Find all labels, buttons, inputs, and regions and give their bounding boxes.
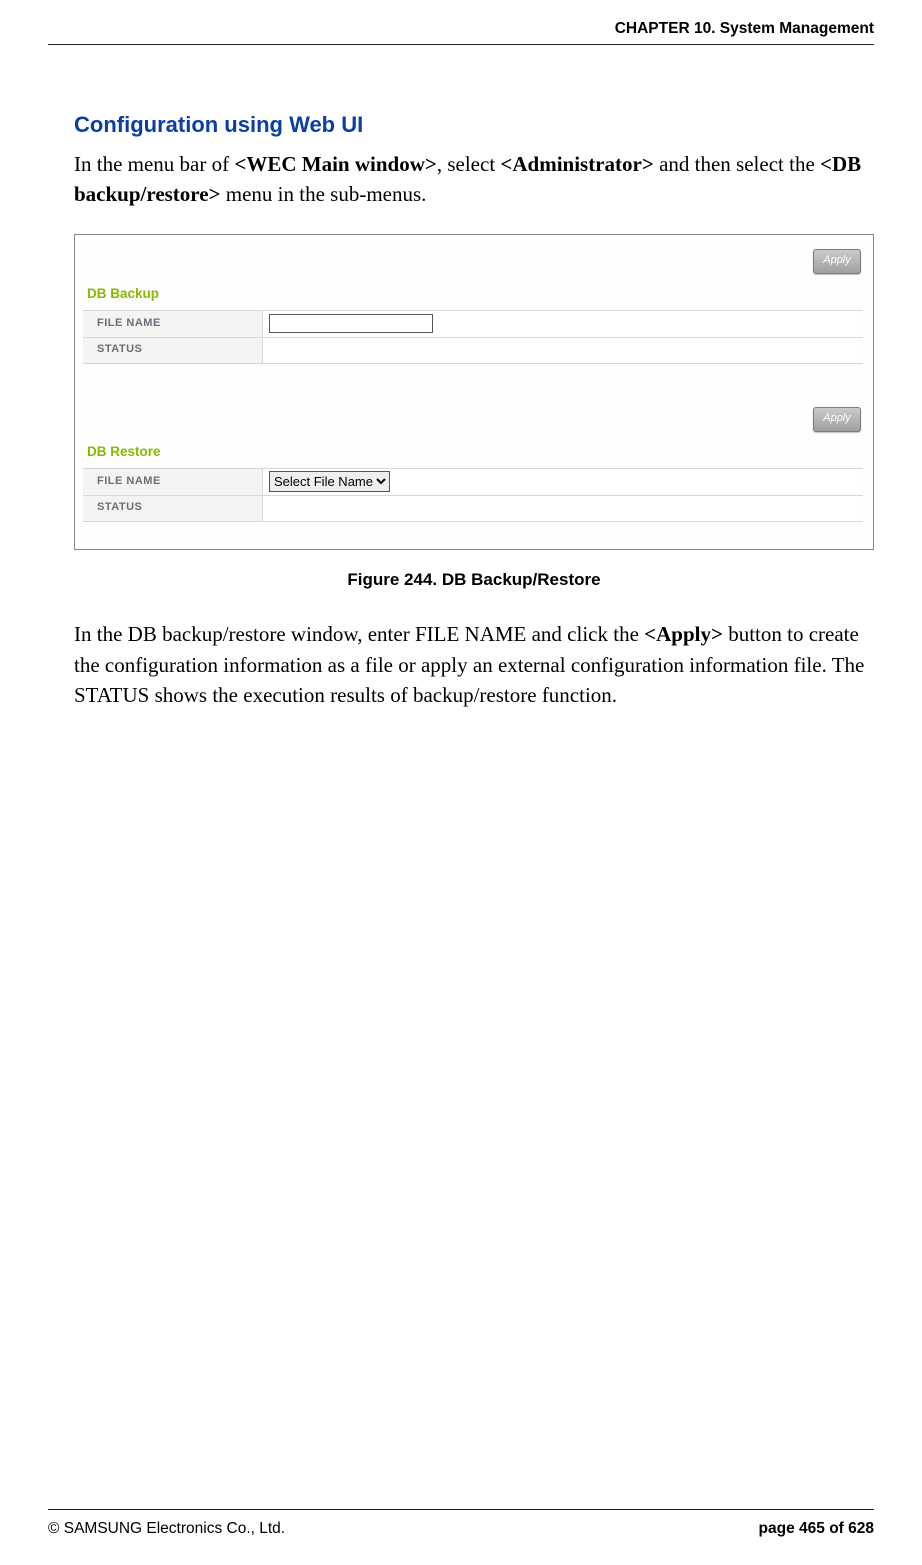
apply-button-ref: <Apply> [644, 622, 723, 646]
section-title: Configuration using Web UI [74, 110, 874, 141]
restore-status-label: STATUS [83, 496, 263, 521]
apply-button-restore[interactable]: Apply [813, 407, 861, 432]
text: In the menu bar of [74, 152, 234, 176]
restore-status-value [263, 496, 863, 521]
text: In the DB backup/restore window, enter F… [74, 622, 644, 646]
screenshot-figure: Apply DB Backup FILE NAME STATUS Apply D… [74, 234, 874, 550]
backup-status-row: STATUS [83, 337, 863, 364]
page-number: page 465 of 628 [759, 1518, 874, 1540]
backup-filename-label: FILE NAME [83, 311, 263, 337]
backup-filename-input[interactable] [269, 314, 433, 333]
figure-caption: Figure 244. DB Backup/Restore [74, 568, 874, 592]
db-restore-title: DB Restore [83, 443, 863, 462]
backup-filename-row: FILE NAME [83, 310, 863, 337]
description-paragraph: In the DB backup/restore window, enter F… [74, 619, 874, 710]
header-rule [48, 44, 874, 45]
db-backup-title: DB Backup [83, 285, 863, 304]
chapter-header: CHAPTER 10. System Management [615, 18, 874, 40]
db-backup-panel: DB Backup FILE NAME STATUS [83, 285, 863, 364]
administrator-ref: <Administrator> [500, 152, 653, 176]
db-restore-panel: DB Restore FILE NAME Select File Name ST… [83, 443, 863, 522]
restore-filename-cell: Select File Name [263, 469, 863, 495]
page-footer: © SAMSUNG Electronics Co., Ltd. page 465… [48, 1518, 874, 1540]
text: and then select the [654, 152, 820, 176]
copyright: © SAMSUNG Electronics Co., Ltd. [48, 1518, 285, 1540]
text: menu in the sub-menus. [221, 182, 427, 206]
restore-filename-label: FILE NAME [83, 469, 263, 495]
apply-button-backup[interactable]: Apply [813, 249, 861, 274]
footer-rule [48, 1509, 874, 1510]
backup-status-label: STATUS [83, 338, 263, 363]
restore-filename-row: FILE NAME Select File Name [83, 468, 863, 495]
backup-filename-cell [263, 311, 863, 337]
restore-filename-select[interactable]: Select File Name [269, 471, 390, 492]
page-content: Configuration using Web UI In the menu b… [74, 110, 874, 711]
restore-status-row: STATUS [83, 495, 863, 522]
backup-status-value [263, 338, 863, 363]
wec-main-window-ref: <WEC Main window> [234, 152, 436, 176]
text: , select [437, 152, 501, 176]
intro-paragraph: In the menu bar of <WEC Main window>, se… [74, 149, 874, 210]
